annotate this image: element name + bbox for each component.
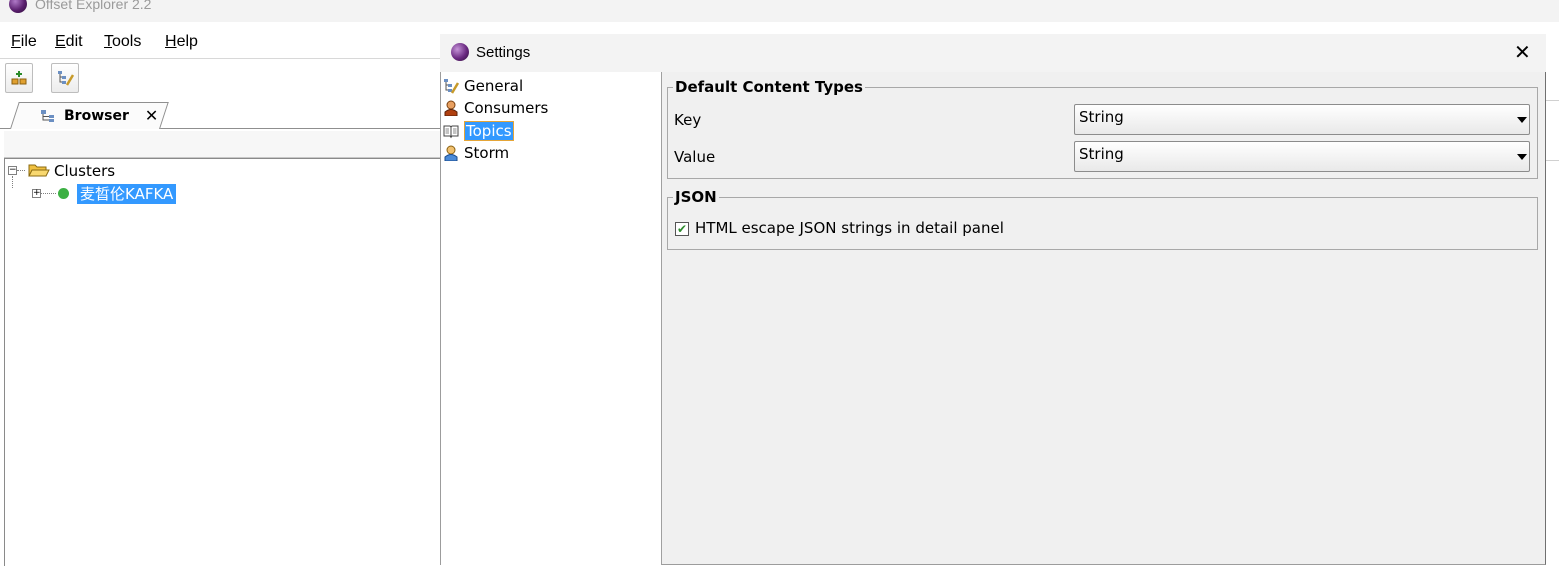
cluster-connected-status-icon (58, 188, 69, 199)
html-escape-label[interactable]: HTML escape JSON strings in detail panel (695, 219, 1004, 237)
nav-item-general[interactable]: General (443, 76, 523, 96)
tree-connector (41, 193, 56, 194)
nav-item-topics[interactable]: Topics (443, 121, 514, 141)
tab-browser-label: Browser (64, 107, 129, 124)
chevron-down-icon[interactable] (1517, 154, 1527, 160)
add-cluster-button[interactable] (5, 63, 33, 93)
window-edge (1545, 100, 1559, 131)
window-edge (1545, 160, 1559, 161)
menu-file[interactable]: File (11, 33, 37, 51)
settings-dialog-logo-icon (451, 43, 469, 61)
menu-help[interactable]: Help (165, 33, 198, 51)
tree-connector (12, 176, 13, 188)
group-title-content-types: Default Content Types (673, 78, 865, 96)
book-icon (443, 125, 459, 139)
nav-label: Consumers (464, 99, 549, 117)
chevron-down-icon[interactable] (1517, 117, 1527, 123)
tab-close-icon[interactable]: ✕ (145, 106, 158, 125)
nav-label-selected: Topics (464, 121, 514, 141)
tree-node-cluster[interactable]: 麦晳伦KAFKA (77, 184, 177, 204)
key-type-select[interactable]: String (1074, 104, 1530, 135)
add-cluster-icon (11, 71, 27, 85)
tree-connector (17, 170, 25, 171)
checkmark-icon: ✔ (676, 222, 688, 236)
app-title: Offset Explorer 2.2 (35, 0, 152, 12)
key-type-value: String (1079, 108, 1124, 126)
group-title-json: JSON (673, 188, 719, 206)
app-titlebar (0, 0, 1559, 22)
cluster-tree-panel (4, 158, 441, 566)
general-settings-icon (444, 79, 459, 94)
settings-nav-tree: General Consumers Topics Storm (441, 72, 662, 565)
browser-toolbar-area (4, 131, 440, 158)
nav-item-consumers[interactable]: Consumers (443, 98, 548, 118)
storm-person-icon (444, 145, 458, 161)
cluster-expand-toggle[interactable]: + (32, 189, 41, 198)
menu-tools[interactable]: Tools (104, 33, 141, 51)
key-label: Key (674, 111, 702, 129)
value-type-select[interactable]: String (1074, 141, 1530, 172)
clusters-collapse-toggle[interactable]: − (8, 166, 17, 175)
toolbar-divider (0, 58, 440, 59)
nav-item-storm[interactable]: Storm (443, 143, 509, 163)
html-escape-checkbox[interactable]: ✔ (675, 222, 689, 236)
settings-toolbar-button[interactable] (51, 63, 79, 93)
menu-edit[interactable]: Edit (55, 33, 83, 51)
settings-dialog-titlebar[interactable] (440, 34, 1546, 72)
consumer-person-icon (444, 100, 458, 116)
settings-tree-edit-icon (58, 71, 74, 86)
tab-browser-content[interactable]: Browser ✕ (40, 106, 158, 125)
nav-label: Storm (464, 144, 510, 162)
settings-dialog-title: Settings (476, 44, 531, 61)
browser-tree-icon (41, 109, 54, 122)
tree-root-clusters[interactable]: Clusters (54, 162, 115, 180)
close-icon[interactable]: ✕ (1514, 42, 1531, 62)
open-folder-icon (28, 164, 50, 177)
value-type-value: String (1079, 145, 1124, 163)
nav-label: General (464, 77, 524, 95)
value-label: Value (674, 148, 716, 166)
